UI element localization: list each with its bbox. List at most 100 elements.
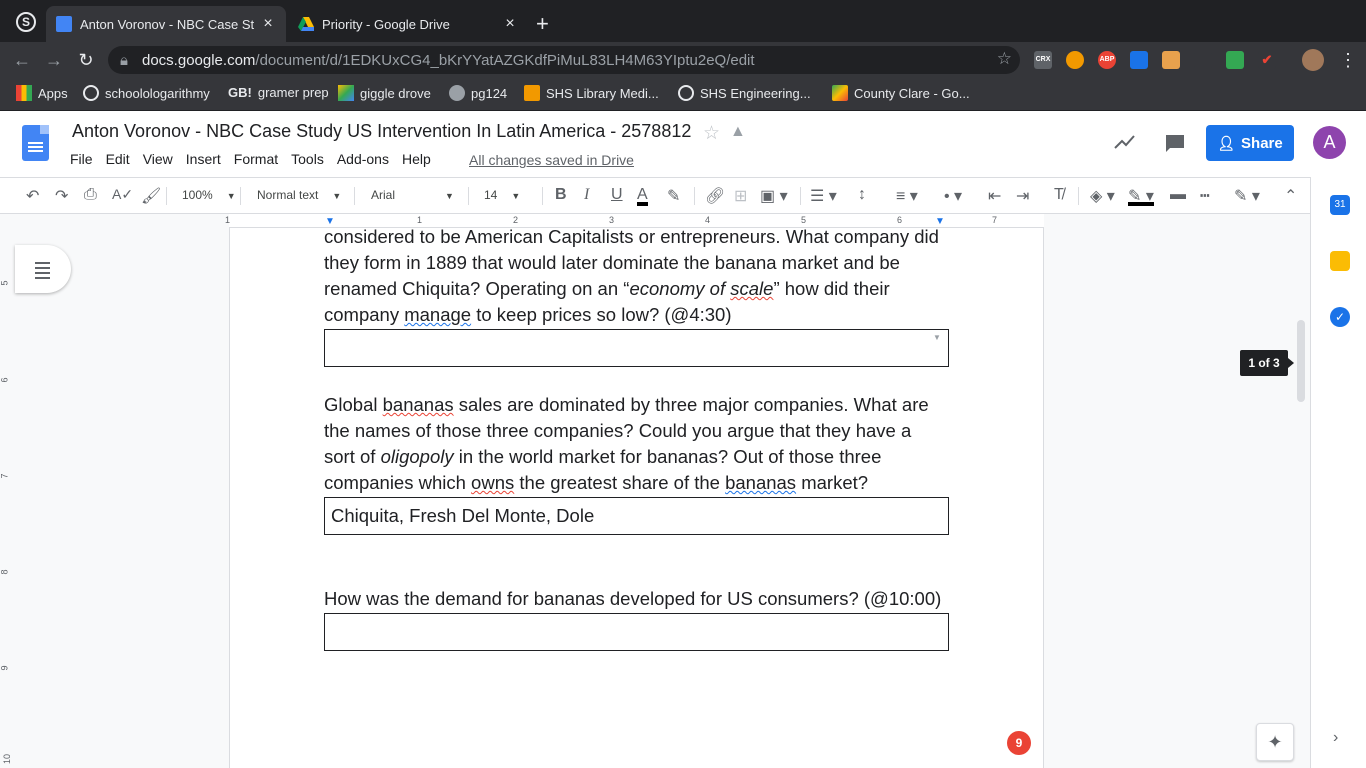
scrollbar-thumb[interactable] [1297, 320, 1305, 402]
collapse-toolbar-icon[interactable]: ⌃ [1284, 186, 1297, 206]
color-extension-icon[interactable] [1226, 51, 1244, 69]
notification-badge[interactable]: 9 [1007, 731, 1031, 755]
menu-addons[interactable]: Add-ons [337, 151, 389, 167]
add-comment-icon[interactable]: ⊞ [734, 186, 747, 206]
question-1[interactable]: considered to be American Capitalists or… [324, 224, 949, 328]
menu-edit[interactable]: Edit [106, 151, 130, 167]
crx-extension-icon[interactable]: CRX [1034, 51, 1052, 69]
text-line: they form in 1889 that would later domin… [324, 252, 900, 273]
text-color-icon[interactable]: A [637, 186, 648, 206]
address-bar[interactable]: 🔒︎ docs.google.com/document/d/1EDKUxCG4_… [108, 46, 1020, 74]
adblock-extension-icon[interactable]: ABP [1098, 51, 1116, 69]
move-to-folder-icon[interactable]: ▲ [730, 123, 746, 141]
tasks-icon[interactable]: ✓ [1330, 307, 1350, 327]
tab-active[interactable]: Anton Voronov - NBC Case Stu × [46, 6, 286, 42]
zoom-select[interactable]: 100% ▼ [182, 188, 236, 202]
bookmark-shs-engineering[interactable]: SHS Engineering... [678, 85, 811, 101]
answer-box-3[interactable] [324, 613, 949, 651]
line-spacing-icon[interactable]: ↕ [858, 186, 866, 206]
lock-icon: 🔒︎ [120, 51, 128, 69]
tab-inactive[interactable]: Priority - Google Drive × [288, 6, 528, 42]
star-icon[interactable]: ☆ [703, 122, 720, 145]
activity-dashboard-icon[interactable] [1114, 133, 1136, 157]
document-outline-button[interactable] [15, 245, 71, 293]
menu-help[interactable]: Help [402, 151, 431, 167]
separator [1078, 187, 1079, 205]
align-icon[interactable]: ☰ ▾ [810, 186, 837, 206]
toolbox-extension-icon[interactable] [1162, 51, 1180, 69]
expand-panel-icon[interactable]: › [1333, 729, 1338, 747]
highlight-icon[interactable]: ✎ [667, 186, 680, 206]
insert-image-icon[interactable]: ▣ ▾ [760, 186, 788, 206]
profile-icon[interactable]: S [16, 12, 36, 32]
blank-extension-icon[interactable] [1194, 51, 1212, 69]
link-icon[interactable]: 🔗︎ [705, 186, 725, 206]
explore-icon[interactable]: ✦ [1256, 723, 1294, 761]
reload-icon[interactable]: ↻ [74, 48, 98, 72]
print-icon[interactable]: ⎙ [84, 186, 97, 206]
underline-button[interactable]: U [611, 186, 623, 206]
side-panel: 31 ✓ › [1310, 177, 1366, 768]
comment-icon[interactable] [1164, 133, 1186, 159]
keep-icon[interactable] [1330, 251, 1350, 271]
answer-box-1[interactable] [324, 329, 949, 367]
cell-menu-icon[interactable]: ▼ [933, 333, 941, 342]
bookmark-shs-library[interactable]: SHS Library Medi... [524, 85, 659, 101]
share-button[interactable]: 👤︎ Share [1206, 125, 1294, 161]
owl-extension-icon[interactable] [1066, 51, 1084, 69]
calendar-icon[interactable]: 31 [1330, 195, 1350, 215]
question-2[interactable]: Global bananas sales are dominated by th… [324, 392, 949, 496]
menu-format[interactable]: Format [234, 151, 278, 167]
increase-indent-icon[interactable]: ⇥ [1016, 186, 1029, 206]
bookmark-schoolologarithmy[interactable]: schoolologarithmy [83, 85, 210, 101]
bulleted-list-icon[interactable]: • ▾ [944, 186, 962, 206]
checkmark-extension-icon[interactable] [1130, 51, 1148, 69]
spellcheck-icon[interactable]: A✓ [112, 186, 133, 206]
menu-insert[interactable]: Insert [186, 151, 221, 167]
red-extension-icon[interactable]: ✔ [1258, 51, 1276, 69]
border-width-icon[interactable]: ▬ [1170, 186, 1186, 206]
close-tab-icon[interactable]: × [502, 15, 518, 33]
new-tab-button[interactable]: + [536, 11, 549, 37]
bookmark-gramer-prep[interactable]: GB! gramer prep [228, 85, 329, 100]
bookmark-county-clare[interactable]: County Clare - Go... [832, 85, 970, 101]
redo-icon[interactable]: ↷ [55, 186, 68, 206]
border-dash-icon[interactable]: ┅ [1200, 186, 1210, 206]
separator [468, 187, 469, 205]
page-indicator: 1 of 3 [1240, 350, 1294, 376]
clear-formatting-icon[interactable]: T̸ [1054, 186, 1064, 206]
save-status[interactable]: All changes saved in Drive [469, 152, 634, 168]
font-select[interactable]: Arial ▼ [371, 188, 454, 202]
decrease-indent-icon[interactable]: ⇤ [988, 186, 1001, 206]
account-avatar[interactable]: A [1313, 126, 1346, 159]
editing-mode-icon[interactable]: ✎ ▾ [1234, 186, 1260, 206]
back-icon[interactable]: ← [10, 48, 34, 72]
question-3[interactable]: How was the demand for bananas developed… [324, 586, 949, 612]
user-avatar-icon[interactable] [1302, 49, 1324, 71]
close-tab-icon[interactable]: × [260, 15, 276, 33]
chevron-down-icon: ▼ [226, 191, 236, 201]
menu-tools[interactable]: Tools [291, 151, 324, 167]
bookmark-star-icon[interactable]: ☆ [997, 49, 1012, 69]
italic-button[interactable]: I [584, 186, 589, 206]
bookmark-giggle-drove[interactable]: giggle drove [338, 85, 431, 101]
numbered-list-icon[interactable]: ≡ ▾ [896, 186, 918, 206]
font-size-select[interactable]: 14 ▼ [484, 188, 520, 202]
bold-button[interactable]: B [555, 186, 567, 206]
browser-menu-icon[interactable]: ⋮ [1336, 48, 1360, 72]
document-title[interactable]: Anton Voronov - NBC Case Study US Interv… [72, 121, 691, 142]
bookmark-apps[interactable]: Apps [16, 85, 68, 101]
fill-color-icon[interactable]: ◈ ▾ [1090, 186, 1115, 206]
apps-grid-icon [16, 85, 32, 101]
answer-box-2[interactable]: Chiquita, Fresh Del Monte, Dole [324, 497, 949, 535]
bookmark-pg124[interactable]: pg124 [449, 85, 507, 101]
forward-icon[interactable]: → [42, 48, 66, 72]
style-select[interactable]: Normal text ▼ [257, 188, 341, 202]
bookmark-label: SHS Library Medi... [546, 85, 659, 101]
undo-icon[interactable]: ↶ [26, 186, 39, 206]
docs-logo-icon[interactable] [22, 125, 49, 161]
border-color-icon[interactable]: ✎ ▾ [1128, 186, 1154, 206]
paint-format-icon[interactable]: 🖌︎ [141, 186, 161, 206]
menu-file[interactable]: File [70, 151, 93, 167]
menu-view[interactable]: View [143, 151, 173, 167]
